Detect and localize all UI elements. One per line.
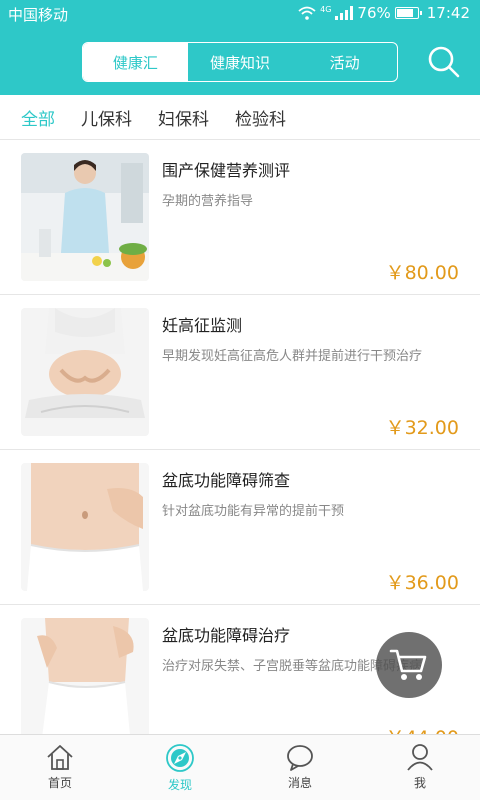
tab-label: 消息 (287, 776, 312, 790)
list-item[interactable]: 围产保健营养测评 孕期的营养指导 ￥80.00 (0, 140, 480, 295)
item-title: 盆底功能障碍筛查 (162, 471, 291, 490)
network-type: 4G (320, 4, 332, 14)
item-thumbnail (21, 308, 149, 436)
item-title: 盆底功能障碍治疗 (162, 626, 291, 645)
item-thumbnail (21, 153, 149, 281)
tab-discover[interactable]: 发现 (120, 735, 240, 800)
home-icon (47, 745, 73, 770)
discover-icon (166, 744, 194, 772)
tab-label: 发现 (167, 778, 192, 792)
bottom-tab-bar: 首页 发现 消息 我 (0, 734, 480, 800)
category-pediatrics[interactable]: 儿保科 (81, 105, 132, 130)
item-thumbnail (21, 463, 149, 591)
carrier-name: 中国移动 (8, 6, 69, 24)
item-price: ￥80.00 (385, 262, 459, 284)
wifi-icon (298, 6, 316, 20)
category-laboratory[interactable]: 检验科 (235, 105, 286, 130)
segment-control: 健康汇 健康知识 活动 (82, 42, 398, 82)
item-price: ￥36.00 (385, 572, 459, 594)
tab-health-hub[interactable]: 健康汇 (83, 43, 188, 81)
list-item[interactable]: 盆底功能障碍筛查 针对盆底功能有异常的提前干预 ￥36.00 (0, 450, 480, 605)
tab-label: 我 (413, 776, 426, 790)
item-description: 早期发现妊高征高危人群并提前进行干预治疗 (162, 349, 423, 364)
tab-activities[interactable]: 活动 (292, 43, 397, 81)
tab-home[interactable]: 首页 (0, 735, 120, 800)
item-description: 针对盆底功能有异常的提前干预 (162, 504, 345, 519)
item-price: ￥44.00 (386, 723, 459, 734)
category-all[interactable]: 全部 (21, 105, 55, 130)
user-icon (407, 744, 433, 771)
tab-me[interactable]: 我 (360, 735, 480, 800)
item-description: 孕期的营养指导 (162, 194, 254, 209)
category-bar: 全部 儿保科 妇保科 检验科 (0, 95, 480, 140)
battery-fill (396, 9, 414, 17)
status-bar: 中国移动 4G 76% 17:42 (0, 0, 480, 28)
item-title: 围产保健营养测评 (162, 161, 291, 180)
tab-label: 首页 (47, 776, 72, 790)
category-gynecology[interactable]: 妇保科 (158, 105, 209, 130)
cart-icon (389, 649, 427, 680)
search-icon[interactable] (424, 42, 464, 82)
battery-icon (394, 7, 422, 19)
message-icon (287, 745, 313, 771)
cart-button[interactable] (376, 632, 442, 698)
status-indicators: 4G 76% 17:42 (298, 4, 470, 22)
item-price: ￥32.00 (385, 417, 459, 439)
item-title: 妊高征监测 (162, 316, 243, 335)
signal-icon (335, 6, 354, 20)
app-header: 健康汇 健康知识 活动 (0, 28, 480, 95)
item-thumbnail (21, 618, 149, 734)
clock: 17:42 (426, 4, 470, 22)
tab-messages[interactable]: 消息 (240, 735, 360, 800)
battery-percent: 76% (357, 4, 391, 22)
list-item[interactable]: 妊高征监测 早期发现妊高征高危人群并提前进行干预治疗 ￥32.00 (0, 295, 480, 450)
tab-health-knowledge[interactable]: 健康知识 (188, 43, 293, 81)
